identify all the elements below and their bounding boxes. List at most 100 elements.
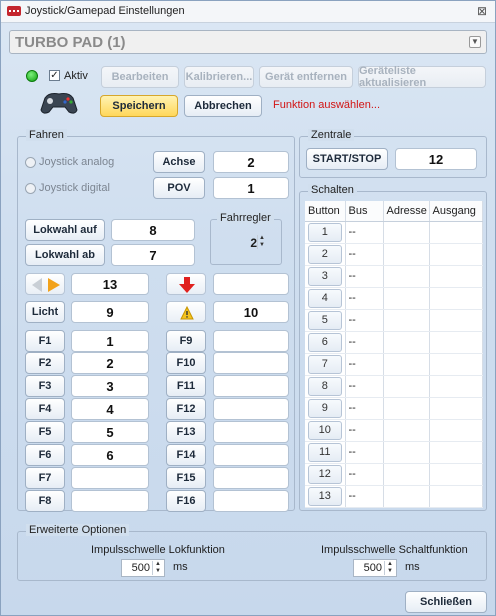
f9-value[interactable] bbox=[213, 330, 289, 352]
save-button[interactable]: Speichern bbox=[100, 95, 178, 117]
f14-button[interactable]: F14 bbox=[166, 444, 206, 466]
spinner-arrows-icon[interactable]: ▲ ▼ bbox=[384, 561, 395, 575]
f13-value[interactable] bbox=[213, 421, 289, 443]
f8-button[interactable]: F8 bbox=[25, 490, 65, 512]
f12-value[interactable] bbox=[213, 398, 289, 420]
table-row[interactable]: 13 -- bbox=[305, 485, 483, 508]
f10-button[interactable]: F10 bbox=[166, 352, 206, 374]
licht-value[interactable]: 9 bbox=[71, 301, 149, 323]
active-checkbox[interactable]: ✓ bbox=[49, 70, 60, 81]
cancel-button[interactable]: Abbrechen bbox=[184, 95, 262, 117]
f4-button[interactable]: F4 bbox=[25, 398, 65, 420]
close-icon[interactable]: ⊠ bbox=[477, 4, 487, 18]
remove-device-button[interactable]: Gerät entfernen bbox=[259, 66, 353, 88]
f2-value[interactable]: 2 bbox=[71, 352, 149, 374]
f3-value[interactable]: 3 bbox=[71, 375, 149, 397]
f6-button[interactable]: F6 bbox=[25, 444, 65, 466]
row-ausgang bbox=[429, 397, 483, 420]
table-row[interactable]: 6 -- bbox=[305, 331, 483, 354]
f1-value[interactable]: 1 bbox=[71, 330, 149, 352]
close-button[interactable]: Schließen bbox=[405, 591, 487, 613]
joystick-analog-radio[interactable] bbox=[25, 157, 36, 168]
row-button[interactable]: 6 bbox=[308, 332, 342, 352]
f1-button[interactable]: F1 bbox=[25, 330, 65, 352]
lokwahl-ab-value[interactable]: 7 bbox=[111, 244, 195, 266]
licht-button[interactable]: Licht bbox=[25, 301, 65, 323]
column-header-adresse[interactable]: Adresse bbox=[383, 201, 430, 222]
edit-button[interactable]: Bearbeiten bbox=[101, 66, 179, 88]
row-button[interactable]: 1 bbox=[308, 222, 342, 242]
schalt-threshold-spinner[interactable]: 500 ▲ ▼ bbox=[353, 559, 397, 577]
table-row[interactable]: 8 -- bbox=[305, 375, 483, 398]
f12-button[interactable]: F12 bbox=[166, 398, 206, 420]
stop-button[interactable] bbox=[166, 273, 206, 295]
table-row[interactable]: 7 -- bbox=[305, 353, 483, 376]
joystick-digital-radio[interactable] bbox=[25, 183, 36, 194]
f15-value[interactable] bbox=[213, 467, 289, 489]
row-button[interactable]: 9 bbox=[308, 398, 342, 418]
table-row[interactable]: 5 -- bbox=[305, 309, 483, 332]
warning-button[interactable] bbox=[166, 301, 206, 323]
f5-button[interactable]: F5 bbox=[25, 421, 65, 443]
f8-value[interactable] bbox=[71, 490, 149, 512]
column-header-ausgang[interactable]: Ausgang bbox=[429, 201, 483, 222]
column-header-button[interactable]: Button bbox=[305, 201, 346, 222]
stop-value[interactable] bbox=[213, 273, 289, 295]
table-row[interactable]: 2 -- bbox=[305, 243, 483, 266]
f11-button[interactable]: F11 bbox=[166, 375, 206, 397]
device-select[interactable]: TURBO PAD (1) ▼ bbox=[9, 30, 487, 54]
f9-button[interactable]: F9 bbox=[166, 330, 206, 352]
pov-value[interactable]: 1 bbox=[213, 177, 289, 199]
row-button[interactable]: 2 bbox=[308, 244, 342, 264]
f16-value[interactable] bbox=[213, 490, 289, 512]
start-stop-value[interactable]: 12 bbox=[395, 148, 477, 170]
row-button[interactable]: 8 bbox=[308, 376, 342, 396]
f16-button[interactable]: F16 bbox=[166, 490, 206, 512]
f11-value[interactable] bbox=[213, 375, 289, 397]
f13-button[interactable]: F13 bbox=[166, 421, 206, 443]
spinner-arrows-icon[interactable]: ▲ ▼ bbox=[152, 561, 163, 575]
f7-value[interactable] bbox=[71, 467, 149, 489]
column-header-bus[interactable]: Bus bbox=[345, 201, 384, 222]
row-button[interactable]: 10 bbox=[308, 420, 342, 440]
f14-value[interactable] bbox=[213, 444, 289, 466]
table-row[interactable]: 9 -- bbox=[305, 397, 483, 420]
f6-value[interactable]: 6 bbox=[71, 444, 149, 466]
f4-value[interactable]: 4 bbox=[71, 398, 149, 420]
start-stop-button[interactable]: START/STOP bbox=[306, 148, 388, 170]
row-button[interactable]: 11 bbox=[308, 442, 342, 462]
calibrate-button[interactable]: Kalibrieren... bbox=[184, 66, 254, 88]
warning-value[interactable]: 10 bbox=[213, 301, 289, 323]
f3-button[interactable]: F3 bbox=[25, 375, 65, 397]
row-button[interactable]: 3 bbox=[308, 266, 342, 286]
f5-value[interactable]: 5 bbox=[71, 421, 149, 443]
row-button[interactable]: 7 bbox=[308, 354, 342, 374]
table-row[interactable]: 10 -- bbox=[305, 419, 483, 442]
table-row[interactable]: 12 -- bbox=[305, 463, 483, 486]
lokwahl-auf-value[interactable]: 8 bbox=[111, 219, 195, 241]
pov-button[interactable]: POV bbox=[153, 177, 205, 199]
row-button[interactable]: 4 bbox=[308, 288, 342, 308]
lokwahl-auf-button[interactable]: Lokwahl auf bbox=[25, 219, 105, 241]
f10-value[interactable] bbox=[213, 352, 289, 374]
table-row[interactable]: 11 -- bbox=[305, 441, 483, 464]
f15-button[interactable]: F15 bbox=[166, 467, 206, 489]
row-button[interactable]: 5 bbox=[308, 310, 342, 330]
table-row[interactable]: 3 -- bbox=[305, 265, 483, 288]
lok-threshold-spinner[interactable]: 500 ▲ ▼ bbox=[121, 559, 165, 577]
row-button[interactable]: 13 bbox=[308, 486, 342, 506]
fahrregler-spinner[interactable]: 2 ▲ ▼ bbox=[241, 234, 267, 252]
lokwahl-ab-button[interactable]: Lokwahl ab bbox=[25, 244, 105, 266]
f2-button[interactable]: F2 bbox=[25, 352, 65, 374]
row-button[interactable]: 12 bbox=[308, 464, 342, 484]
direction-value[interactable]: 13 bbox=[71, 273, 149, 295]
refresh-devices-button[interactable]: Geräteliste aktualisieren bbox=[358, 65, 486, 89]
f7-button[interactable]: F7 bbox=[25, 467, 65, 489]
chevron-down-icon[interactable]: ▼ bbox=[469, 36, 481, 48]
achse-value[interactable]: 2 bbox=[213, 151, 289, 173]
direction-button[interactable] bbox=[25, 273, 65, 295]
table-row[interactable]: 1 -- bbox=[305, 221, 483, 244]
table-row[interactable]: 4 -- bbox=[305, 287, 483, 310]
achse-button[interactable]: Achse bbox=[153, 151, 205, 173]
spinner-arrows-icon[interactable]: ▲ ▼ bbox=[257, 235, 266, 249]
